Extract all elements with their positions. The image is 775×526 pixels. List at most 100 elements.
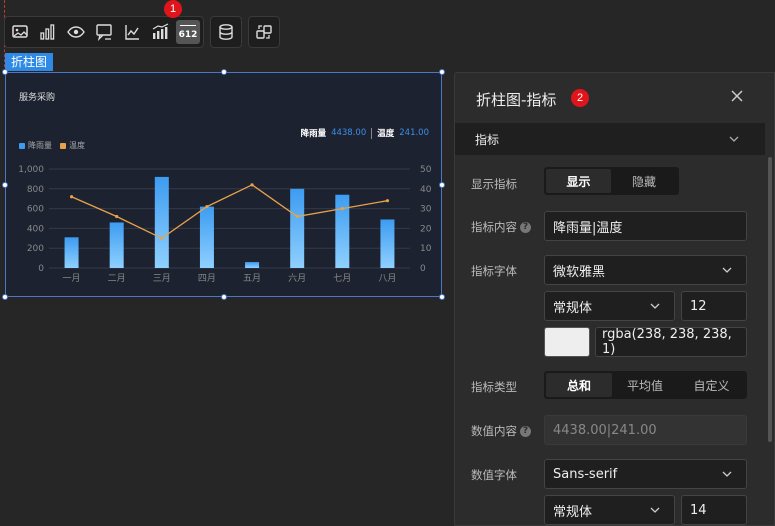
section-header[interactable]: 指标 <box>455 123 765 155</box>
indicator-weight-select[interactable]: 常规体 <box>544 291 675 321</box>
indicator-font-select[interactable]: 微软雅黑 <box>544 255 747 285</box>
indicator-content-label-text: 指标内容 <box>471 220 517 234</box>
x-tick-label: 一月 <box>63 273 81 284</box>
x-tick-label: 四月 <box>198 273 216 284</box>
bar <box>245 262 260 268</box>
type-option-sum[interactable]: 总和 <box>546 373 612 397</box>
line-point <box>295 214 299 219</box>
resize-handle[interactable] <box>221 69 227 75</box>
indicator-weight-value: 常规体 <box>553 300 593 316</box>
number-indicator-icon[interactable]: 612 <box>176 20 200 44</box>
chart-type-group: 612 <box>4 16 204 48</box>
type-option-custom[interactable]: 自定义 <box>678 373 745 397</box>
chevron-down-icon <box>722 267 732 273</box>
comment-icon[interactable] <box>92 20 116 44</box>
chart-plot: 0 0 200 10 400 20 600 30 800 40 1,000 50 一月 二月 三月 四月 五月 六… <box>18 165 432 284</box>
chevron-down-icon <box>650 507 660 513</box>
indicator-content-input[interactable]: 降雨量|温度 <box>544 211 747 241</box>
resize-handle[interactable] <box>221 294 227 300</box>
chevron-down-icon <box>650 303 660 309</box>
number-font-value: Sans-serif <box>553 466 618 482</box>
y-left-tick-label: 1,000 <box>18 165 44 175</box>
step-badge-2: 2 <box>571 89 589 107</box>
line-point <box>160 236 164 240</box>
image-icon[interactable] <box>8 20 32 44</box>
line-point <box>385 199 390 203</box>
component-tag: 折柱图 <box>5 53 54 71</box>
number-content-label: 数值内容? <box>471 423 531 439</box>
eye-icon[interactable] <box>64 20 88 44</box>
line-axis-icon[interactable] <box>120 20 144 44</box>
resize-handle[interactable] <box>439 294 445 300</box>
resize-handle[interactable] <box>2 294 8 300</box>
x-tick-label: 五月 <box>243 273 261 284</box>
y-right-tick-label: 40 <box>420 185 432 195</box>
property-panel: 折柱图-指标 2 指标 显示指标 显示 隐藏 指标内容? 降雨量|温度 指标字体… <box>454 72 775 526</box>
bar <box>290 188 305 268</box>
bar <box>154 176 169 268</box>
section-title: 指标 <box>475 133 500 147</box>
resize-handle[interactable] <box>439 182 445 188</box>
show-indicator-label: 显示指标 <box>471 177 517 191</box>
help-icon[interactable]: ? <box>520 426 531 437</box>
indicator-color-swatch[interactable] <box>544 327 590 357</box>
number-weight-select[interactable]: 常规体 <box>544 495 675 525</box>
indicator-font-label: 指标字体 <box>471 264 517 278</box>
bar <box>109 222 124 268</box>
type-option-average[interactable]: 平均值 <box>612 373 678 397</box>
indicator-content-label: 指标内容? <box>471 219 531 235</box>
step-badge-1: 1 <box>164 0 182 18</box>
show-option[interactable]: 显示 <box>546 169 611 193</box>
scrollbar[interactable] <box>768 157 772 442</box>
bar-chart-icon[interactable] <box>36 20 60 44</box>
y-left-tick-label: 800 <box>27 185 44 195</box>
resize-handle[interactable] <box>2 182 8 188</box>
switch-group <box>248 16 280 48</box>
line-point <box>250 183 254 187</box>
chart-component[interactable]: 服务采购 降雨量 4438.00 温度 241.00 降雨量 温度 0 0 200 1… <box>5 72 442 297</box>
y-left-tick-label: 600 <box>27 205 44 215</box>
data-group <box>210 16 242 48</box>
panel-title: 折柱图-指标 <box>476 91 557 109</box>
resize-handle[interactable] <box>2 69 8 75</box>
resize-handle[interactable] <box>439 69 445 75</box>
close-icon[interactable] <box>730 89 744 103</box>
indicator-type-label: 指标类型 <box>471 380 517 394</box>
y-right-tick-label: 20 <box>420 224 432 234</box>
help-icon[interactable]: ? <box>520 222 531 233</box>
database-icon[interactable] <box>214 20 238 44</box>
number-content-input: 4438.00|241.00 <box>544 415 747 445</box>
line-point <box>340 207 344 211</box>
y-right-tick-label: 10 <box>420 244 432 254</box>
chevron-down-icon <box>729 136 739 142</box>
bar <box>64 237 79 268</box>
line-point <box>205 205 209 209</box>
number-font-label: 数值字体 <box>471 468 517 482</box>
x-tick-label: 六月 <box>288 272 306 284</box>
component-toolbar: 612 <box>4 16 280 48</box>
x-tick-label: 二月 <box>108 273 126 284</box>
y-left-tick-label: 200 <box>27 244 44 254</box>
number-font-select[interactable]: Sans-serif <box>544 459 747 489</box>
switch-icon[interactable] <box>252 20 276 44</box>
y-left-tick-label: 400 <box>27 224 44 234</box>
number-size-input[interactable]: 14 <box>681 495 747 525</box>
y-right-tick-label: 30 <box>420 205 432 215</box>
hide-option[interactable]: 隐藏 <box>611 169 677 193</box>
x-tick-label: 三月 <box>153 273 171 284</box>
indicator-size-input[interactable]: 12 <box>681 291 747 321</box>
x-tick-label: 八月 <box>378 273 396 284</box>
indicator-type-toggle: 总和 平均值 自定义 <box>544 371 747 399</box>
x-tick-label: 七月 <box>333 273 351 284</box>
indicator-font-value: 微软雅黑 <box>553 264 606 280</box>
number-indicator-glyph: 612 <box>178 29 198 40</box>
y-right-tick-label: 0 <box>420 264 426 274</box>
chevron-down-icon <box>722 471 732 477</box>
bar <box>380 219 395 268</box>
bar <box>199 206 214 268</box>
y-right-tick-label: 50 <box>420 165 432 175</box>
bar-line-icon[interactable] <box>148 20 172 44</box>
show-indicator-toggle: 显示 隐藏 <box>544 167 679 195</box>
indicator-color-input[interactable]: rgba(238, 238, 238, 1) <box>595 327 747 357</box>
number-content-label-text: 数值内容 <box>471 424 517 438</box>
